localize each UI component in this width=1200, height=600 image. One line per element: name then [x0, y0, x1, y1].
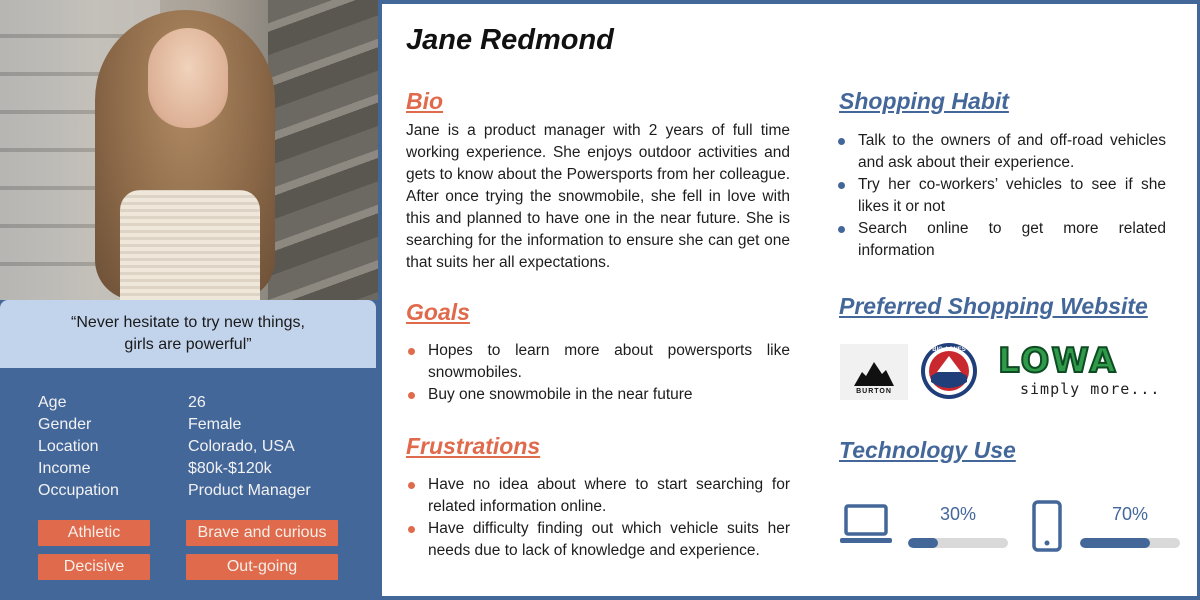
laptop-usage-bar-fill: [908, 538, 938, 548]
frustrations-list: Have no idea about where to start search…: [406, 474, 790, 562]
persona-card: Jane Redmond Bio Jane is a product manag…: [382, 4, 1197, 596]
persona-name: Jane Redmond: [406, 24, 614, 56]
info-label: Location: [38, 438, 99, 455]
persona-photo: [0, 0, 378, 300]
smartphone-usage-bar: [1080, 538, 1180, 548]
list-item: Hopes to learn more about powersports li…: [406, 340, 790, 384]
technology-use-heading: Technology Use: [839, 437, 1016, 463]
info-label: Age: [38, 394, 67, 411]
info-value: Product Manager: [188, 482, 311, 499]
trait-tag: Decisive: [38, 554, 150, 580]
list-item: Try her co-workers’ vehicles to see if s…: [836, 174, 1166, 218]
info-value: Female: [188, 416, 242, 433]
bio-heading: Bio: [406, 88, 444, 114]
lowa-logo-tagline: simply more...: [1020, 380, 1161, 398]
lowa-logo-text: LOWA: [997, 341, 1118, 381]
bio-text: Jane is a product manager with 2 years o…: [406, 122, 790, 271]
list-item: Have no idea about where to start search…: [406, 474, 790, 518]
info-value: 26: [188, 394, 206, 411]
info-label: Occupation: [38, 482, 119, 499]
big-agnes-logo: BIG AGNES: [921, 343, 977, 399]
smartphone-usage-percent: 70%: [1111, 504, 1149, 524]
laptop-usage-percent: 30%: [939, 504, 977, 524]
info-value: $80k-$120k: [188, 460, 272, 477]
shopping-habit-list: Talk to the owners of and off-road vehic…: [836, 130, 1166, 262]
info-value: Colorado, USA: [188, 438, 295, 455]
goals-list: Hopes to learn more about powersports li…: [406, 340, 790, 406]
photo-face: [148, 28, 228, 128]
laptop-usage-bar: [908, 538, 1008, 548]
persona-quote: “Never hesitate to try new things, girls…: [71, 314, 305, 353]
goals-heading: Goals: [406, 299, 470, 325]
list-item: Search online to get more related inform…: [836, 218, 1166, 262]
info-row-age: Age 26: [38, 392, 311, 414]
preferred-website-heading: Preferred Shopping Website: [839, 293, 1148, 319]
info-row-income: Income $80k-$120k: [38, 458, 311, 480]
list-item: Buy one snowmobile in the near future: [406, 384, 790, 406]
trait-tag: Brave and curious: [186, 520, 338, 546]
laptop-icon: [840, 504, 892, 543]
trait-tag: Out-going: [186, 554, 338, 580]
persona-info-table: Age 26 Gender Female Location Colorado, …: [38, 392, 311, 502]
smartphone-usage-bar-fill: [1080, 538, 1150, 548]
shopping-habit-heading: Shopping Habit: [839, 88, 1009, 114]
info-label: Gender: [38, 416, 92, 433]
big-agnes-logo-text: BIG AGNES: [932, 347, 965, 353]
mountain-icon: [854, 362, 894, 386]
burton-logo-text: BURTON: [856, 388, 892, 395]
persona-quote-box: “Never hesitate to try new things, girls…: [0, 300, 376, 368]
photo-clothing: [120, 190, 260, 300]
list-item: Have difficulty finding out which vehicl…: [406, 518, 790, 562]
burton-logo: BURTON: [840, 344, 908, 400]
frustrations-heading: Frustrations: [406, 433, 541, 459]
info-row-occupation: Occupation Product Manager: [38, 480, 311, 502]
lowa-logo: LOWA simply more...: [997, 341, 1182, 402]
smartphone-icon: [1032, 500, 1062, 552]
trait-tag: Athletic: [38, 520, 150, 546]
photo-background-wall: [268, 0, 378, 300]
info-row-gender: Gender Female: [38, 414, 311, 436]
info-row-location: Location Colorado, USA: [38, 436, 311, 458]
info-label: Income: [38, 460, 91, 477]
list-item: Talk to the owners of and off-road vehic…: [836, 130, 1166, 174]
